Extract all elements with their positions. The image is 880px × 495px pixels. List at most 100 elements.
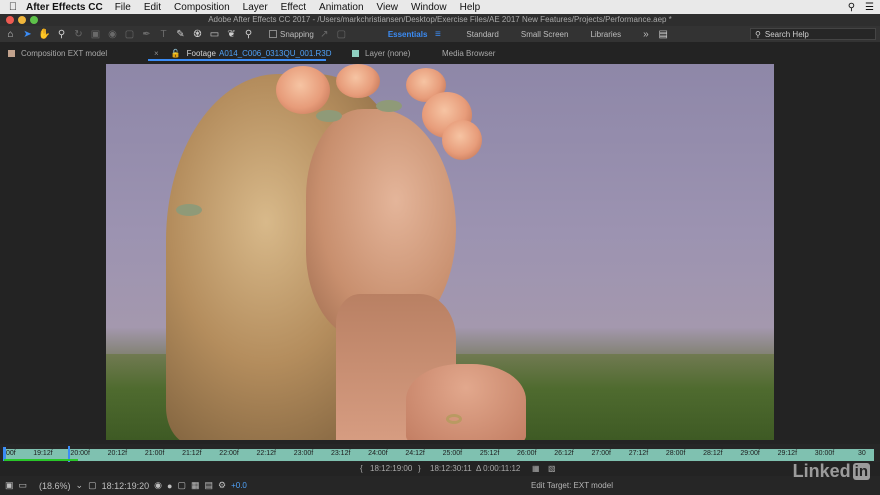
set-in-point-icon[interactable]: { bbox=[360, 464, 363, 473]
time-ruler-tick: 24:00f bbox=[368, 450, 388, 457]
pan-behind-tool-icon[interactable]: ◉ bbox=[106, 28, 119, 41]
roto-brush-tool-icon[interactable]: ❦ bbox=[225, 28, 238, 41]
zoom-window-icon[interactable] bbox=[30, 16, 38, 24]
time-ruler-tick: 22:00f bbox=[219, 450, 239, 457]
snap-option-icon[interactable]: ↗ bbox=[318, 28, 331, 41]
exposure-icon[interactable]: ⚙ bbox=[218, 480, 226, 491]
time-ruler-tick: 21:00f bbox=[144, 450, 165, 457]
chevron-down-icon[interactable]: ⌄ bbox=[76, 480, 84, 491]
apple-logo-icon[interactable]:  bbox=[0, 1, 26, 13]
menu-file[interactable]: File bbox=[115, 2, 131, 13]
overlay-edit-icon[interactable]: ▧ bbox=[548, 464, 556, 473]
footage-viewer[interactable] bbox=[0, 62, 880, 444]
in-point-time[interactable]: 18:12:19:00 bbox=[370, 464, 412, 473]
always-preview-icon[interactable]: ▣ bbox=[5, 480, 14, 491]
snapping-checkbox[interactable] bbox=[269, 30, 277, 38]
snapshot-camera-icon[interactable]: ◉ bbox=[154, 480, 162, 491]
watermark-brand: Linked bbox=[792, 461, 851, 481]
clone-stamp-tool-icon[interactable]: ♼ bbox=[191, 28, 204, 41]
watermark-badge: in bbox=[852, 463, 870, 480]
close-tab-icon[interactable]: × bbox=[154, 49, 159, 58]
search-help-field[interactable]: ⚲ Search Help bbox=[750, 28, 876, 40]
pen-tool-icon[interactable]: ✒ bbox=[140, 28, 153, 41]
app-menu[interactable]: After Effects CC bbox=[26, 2, 103, 13]
footage-time-info: { 18:12:19:00 } 18:12:30:11 Δ 0:00:11:12… bbox=[0, 462, 880, 476]
snap-option-2-icon[interactable]: ▢ bbox=[335, 28, 348, 41]
search-icon: ⚲ bbox=[755, 29, 761, 39]
workspace-menu-icon[interactable]: ≡ bbox=[431, 28, 444, 41]
sync-settings-icon[interactable]: ▤ bbox=[657, 28, 670, 41]
menu-composition[interactable]: Composition bbox=[174, 2, 230, 13]
workspace-essentials[interactable]: Essentials bbox=[388, 30, 428, 39]
panel-tab-bar: Composition EXT model × 🔓 Footage A014_C… bbox=[0, 44, 880, 62]
tab-media-browser-label: Media Browser bbox=[442, 48, 496, 58]
menu-animation[interactable]: Animation bbox=[319, 2, 363, 13]
tab-composition[interactable]: Composition EXT model bbox=[0, 44, 146, 62]
selection-tool-icon[interactable]: ➤ bbox=[21, 28, 34, 41]
color-channel-icon[interactable]: ● bbox=[167, 481, 172, 491]
more-workspaces-button[interactable]: » bbox=[643, 29, 649, 40]
close-window-icon[interactable] bbox=[6, 16, 14, 24]
time-ruler-tick: 00f bbox=[6, 450, 16, 457]
viewer-footer-bar: ▣ ▭ (18.6%) ⌄ ▢ 18:12:19:20 ◉ ● ▢ ▦ ▤ ⚙ … bbox=[0, 476, 880, 495]
time-ruler-tick: 30 bbox=[858, 450, 866, 457]
notification-list-icon[interactable]: ☰ bbox=[865, 2, 874, 13]
work-area-bar[interactable] bbox=[4, 459, 78, 461]
menu-help[interactable]: Help bbox=[460, 2, 481, 13]
menu-view[interactable]: View bbox=[377, 2, 399, 13]
monitor-icon[interactable]: ▭ bbox=[19, 480, 28, 491]
time-ruler-tick: 25:00f bbox=[442, 450, 463, 457]
lock-icon[interactable]: 🔓 bbox=[171, 49, 181, 58]
type-tool-icon[interactable]: T bbox=[157, 28, 170, 41]
footage-frame bbox=[106, 64, 774, 440]
menu-effect[interactable]: Effect bbox=[281, 2, 306, 13]
tab-layer-label: Layer (none) bbox=[365, 48, 411, 58]
menu-window[interactable]: Window bbox=[411, 2, 447, 13]
camera-tool-icon[interactable]: ▣ bbox=[89, 28, 102, 41]
fit-icon[interactable]: ▢ bbox=[88, 480, 97, 491]
time-ruler-tick: 20:12f bbox=[107, 450, 128, 457]
zoom-tool-icon[interactable]: ⚲ bbox=[55, 28, 68, 41]
workspace-standard[interactable]: Standard bbox=[466, 30, 498, 39]
magnification-value[interactable]: (18.6%) bbox=[39, 481, 71, 491]
time-ruler-tick: 25:12f bbox=[479, 450, 500, 457]
hand-tool-icon[interactable]: ✋ bbox=[38, 28, 51, 41]
system-menu-bar:  After Effects CC File Edit Composition… bbox=[0, 0, 880, 14]
tab-layer[interactable]: Layer (none) bbox=[328, 44, 420, 62]
puppet-pin-tool-icon[interactable]: ⚲ bbox=[242, 28, 255, 41]
footage-subject-ring bbox=[446, 414, 462, 424]
workspace-libraries[interactable]: Libraries bbox=[590, 30, 621, 39]
tab-media-browser[interactable]: Media Browser bbox=[420, 44, 495, 62]
exposure-value[interactable]: +0.0 bbox=[231, 481, 247, 490]
region-of-interest-icon[interactable]: ▢ bbox=[177, 480, 186, 491]
transparency-grid-icon[interactable]: ▦ bbox=[191, 480, 200, 491]
out-point-time[interactable]: 18:12:30:11 bbox=[430, 464, 472, 473]
time-ruler-tick: 28:00f bbox=[665, 450, 686, 457]
shape-tool-icon[interactable]: ▢ bbox=[123, 28, 136, 41]
menu-layer[interactable]: Layer bbox=[243, 2, 268, 13]
edit-target-label: Edit Target: EXT model bbox=[531, 481, 613, 490]
current-time-value[interactable]: 18:12:19:20 bbox=[102, 481, 150, 491]
eraser-tool-icon[interactable]: ▭ bbox=[208, 28, 221, 41]
time-ruler-tick: 26:12f bbox=[554, 450, 574, 457]
brush-tool-icon[interactable]: ✎ bbox=[174, 28, 187, 41]
time-ruler-tick: 19:12f bbox=[33, 450, 53, 457]
footage-subject-hand bbox=[406, 364, 526, 440]
flower-crown-leaf bbox=[376, 100, 402, 112]
time-ruler-tick: 29:12f bbox=[777, 450, 798, 457]
linkedin-watermark-logo: Linked in bbox=[793, 461, 870, 482]
mask-visibility-icon[interactable]: ▤ bbox=[204, 480, 213, 491]
home-icon[interactable]: ⌂ bbox=[4, 28, 17, 41]
set-out-point-icon[interactable]: } bbox=[418, 464, 421, 473]
rotate-tool-icon[interactable]: ↻ bbox=[72, 28, 85, 41]
footage-time-ruler[interactable]: 00f 19:12f 20:00f 20:12f 21:00f 21:12f 22:00f 2… bbox=[0, 444, 880, 462]
spotlight-search-icon[interactable]: ⚲ bbox=[848, 2, 855, 13]
minimize-window-icon[interactable] bbox=[18, 16, 26, 24]
footage-filename: A014_C006_0313QU_001.R3D bbox=[219, 48, 332, 58]
menu-edit[interactable]: Edit bbox=[144, 2, 161, 13]
workspace-small-screen[interactable]: Small Screen bbox=[521, 30, 569, 39]
composition-color-swatch bbox=[8, 49, 15, 57]
ripple-insert-edit-icon[interactable]: ▦ bbox=[532, 464, 540, 473]
time-ruler-tick: 26:00f bbox=[517, 450, 537, 457]
tab-footage[interactable]: × 🔓 Footage A014_C006_0313QU_001.R3D bbox=[146, 44, 332, 62]
